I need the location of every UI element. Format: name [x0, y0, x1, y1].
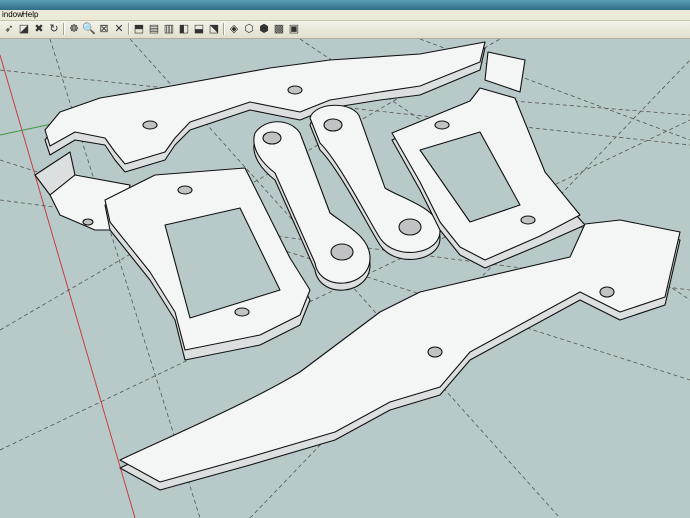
toolbar-separator: [63, 23, 65, 35]
wireframe-icon[interactable]: ⬡: [242, 22, 256, 36]
model-canvas[interactable]: [0, 39, 690, 518]
pan-icon[interactable]: ☸: [67, 22, 81, 36]
front-view-icon[interactable]: ▥: [162, 22, 176, 36]
toolbar-separator: [128, 23, 130, 35]
right-view-icon[interactable]: ◧: [177, 22, 191, 36]
toolbar-separator: [223, 23, 225, 35]
paint-bucket-icon[interactable]: ✖: [32, 22, 46, 36]
title-bar: [0, 0, 690, 10]
monochrome-icon[interactable]: ▣: [287, 22, 301, 36]
select-icon[interactable]: ➶: [2, 22, 16, 36]
zoom-window-icon[interactable]: ⊠: [97, 22, 111, 36]
toolbar: ➶ ◪ ✖ ↻ ☸ 🔍 ⊠ ✕ ⬒ ▤ ▥ ◧ ⬓ ⬔ ◈ ⬡ ⬢ ▩ ▣: [0, 21, 690, 39]
back-view-icon[interactable]: ⬓: [192, 22, 206, 36]
menu-bar: indow Help: [0, 10, 690, 21]
model-viewport[interactable]: [0, 39, 690, 518]
orbit-icon[interactable]: ↻: [47, 22, 61, 36]
menu-help[interactable]: Help: [20, 10, 40, 20]
textured-icon[interactable]: ▩: [272, 22, 286, 36]
eraser-icon[interactable]: ◪: [17, 22, 31, 36]
xray-icon[interactable]: ◈: [227, 22, 241, 36]
shaded-icon[interactable]: ⬢: [257, 22, 271, 36]
iso-view-icon[interactable]: ⬒: [132, 22, 146, 36]
left-frame-part[interactable]: [104, 167, 311, 361]
left-view-icon[interactable]: ⬔: [207, 22, 221, 36]
zoom-extents-icon[interactable]: ✕: [112, 22, 126, 36]
zoom-icon[interactable]: 🔍: [82, 22, 96, 36]
top-view-icon[interactable]: ▤: [147, 22, 161, 36]
